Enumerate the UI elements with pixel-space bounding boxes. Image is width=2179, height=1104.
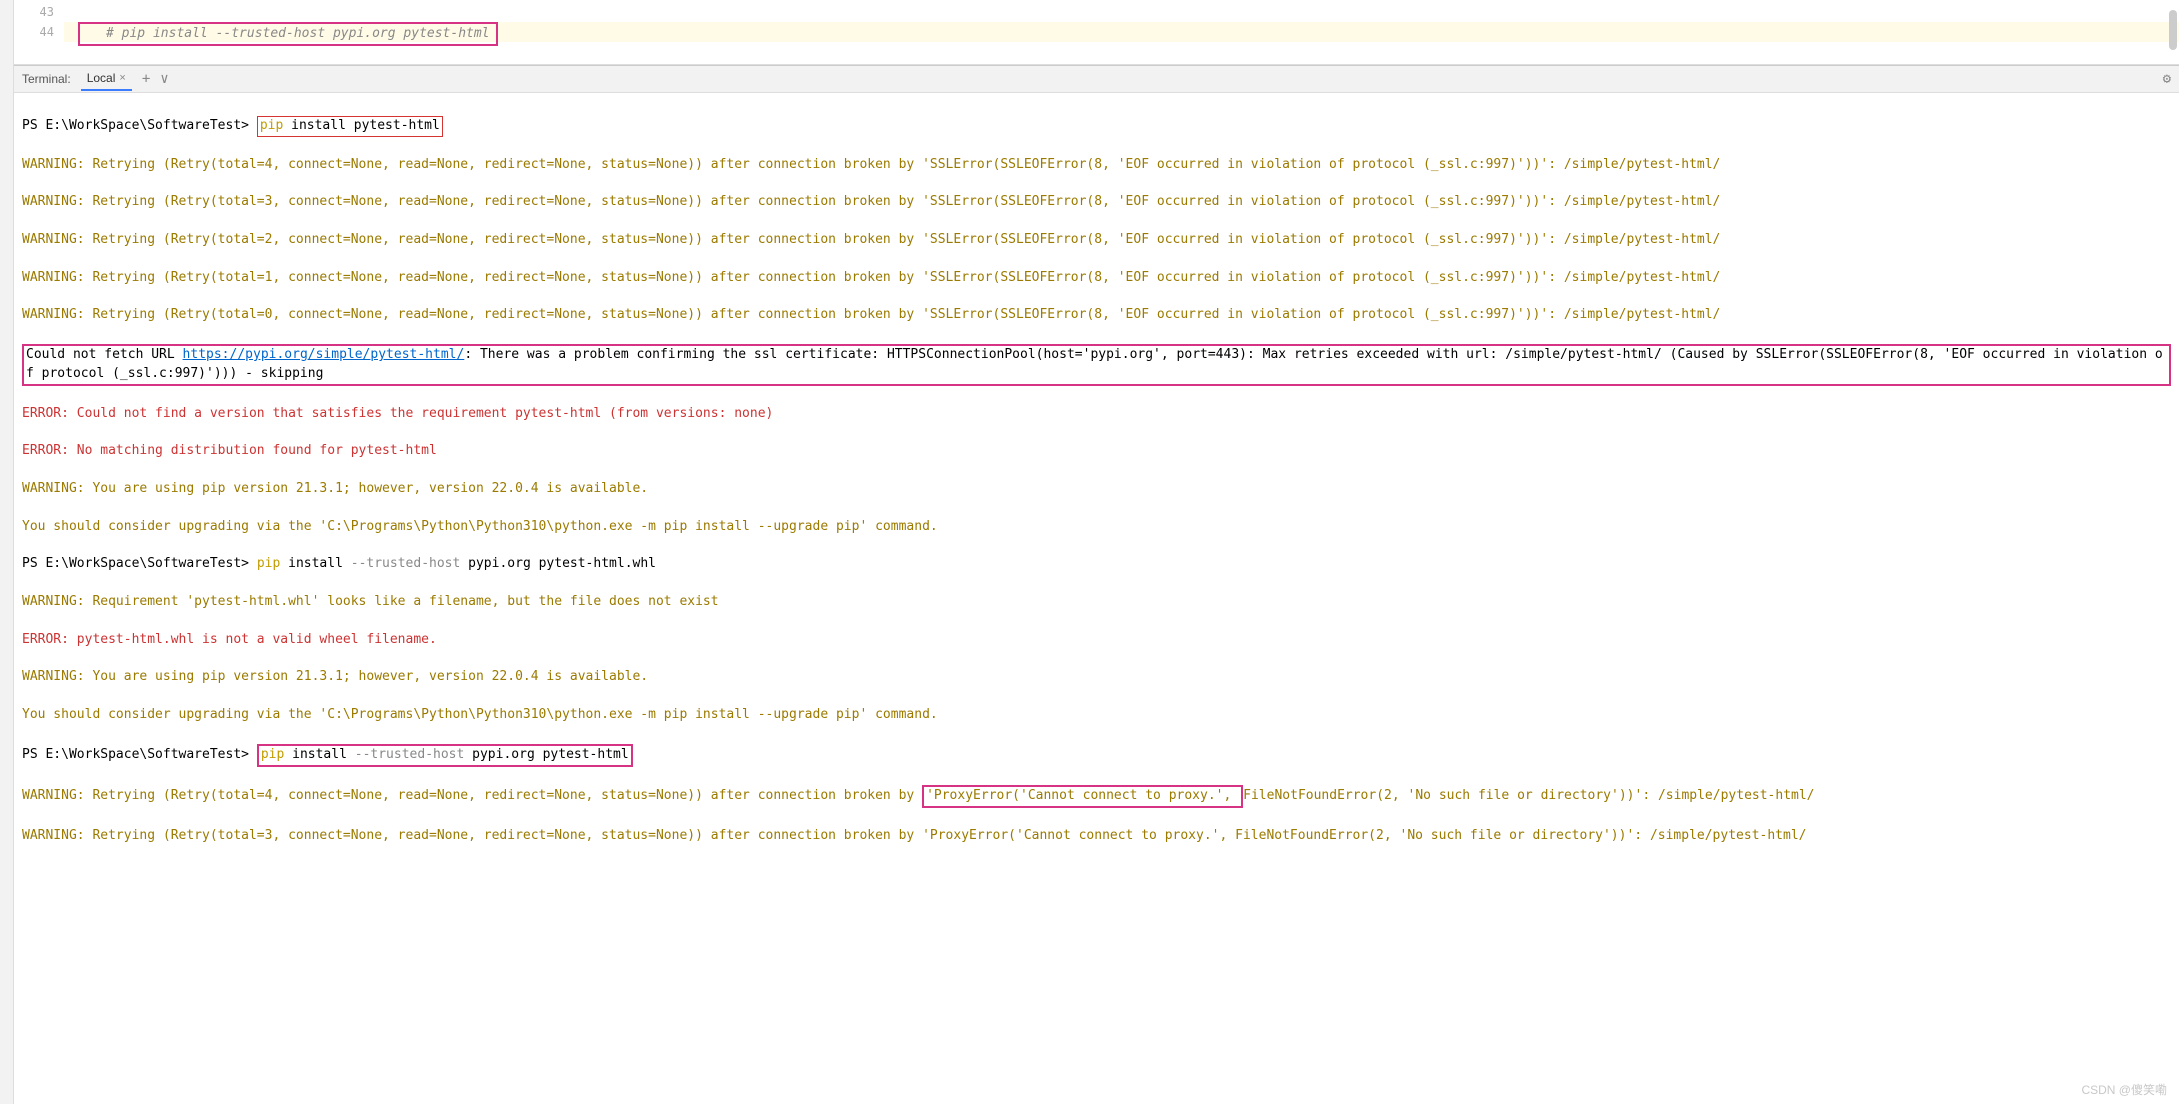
command-args: install xyxy=(280,556,350,571)
warning-line: WARNING: You are using pip version 21.3.… xyxy=(22,668,2171,687)
warning-line: WARNING: Retrying (Retry(total=1, connec… xyxy=(22,269,2171,288)
command-args: pypi.org pytest-html.whl xyxy=(460,556,656,571)
terminal-label: Terminal: xyxy=(22,72,71,86)
error-line: ERROR: Could not find a version that sat… xyxy=(22,405,2171,424)
pip-command: pip xyxy=(260,118,283,133)
warning-line: WARNING: Requirement 'pytest-html.whl' l… xyxy=(22,593,2171,612)
error-line: ERROR: No matching distribution found fo… xyxy=(22,442,2171,461)
left-sidebar-stub xyxy=(0,0,14,1104)
warning-line: WARNING: Retrying (Retry(total=4, connec… xyxy=(22,156,2171,175)
comment-text: # pip install --trusted-host pypi.org py… xyxy=(86,26,490,41)
highlight-magenta-box: 'ProxyError('Cannot connect to proxy.', xyxy=(922,785,1243,808)
pypi-url-link[interactable]: https://pypi.org/simple/pytest-html/ xyxy=(183,347,465,362)
highlight-magenta-box: pip install --trusted-host pypi.org pyte… xyxy=(257,744,633,767)
warning-line: WARNING: Retrying (Retry(total=3, connec… xyxy=(22,193,2171,212)
fetch-error-pre: Could not fetch URL xyxy=(26,347,183,362)
code-line-44: # pip install --trusted-host pypi.org py… xyxy=(64,22,2179,42)
warning-line: WARNING: Retrying (Retry(total=3, connec… xyxy=(22,827,2171,846)
terminal-header: Terminal: Local × + ∨ ⚙ xyxy=(14,65,2179,93)
gear-icon[interactable]: ⚙ xyxy=(2163,71,2171,87)
command-args: install xyxy=(284,747,354,762)
command-flag: --trusted-host xyxy=(355,747,465,762)
error-line: ERROR: pytest-html.whl is not a valid wh… xyxy=(22,631,2171,650)
warning-line: You should consider upgrading via the 'C… xyxy=(22,518,2171,537)
warning-line: WARNING: You are using pip version 21.3.… xyxy=(22,480,2171,499)
warning-line: WARNING: Retrying (Retry(total=4, connec… xyxy=(22,785,2171,808)
editor-area[interactable]: 43 44 # pip install --trusted-host pypi.… xyxy=(14,0,2179,65)
editor-gutter: 43 44 xyxy=(14,0,64,64)
line-number: 43 xyxy=(14,2,54,22)
code-lines[interactable]: # pip install --trusted-host pypi.org py… xyxy=(64,0,2179,64)
prompt: PS E:\WorkSpace\SoftwareTest> xyxy=(22,556,257,571)
warning-line: WARNING: Retrying (Retry(total=2, connec… xyxy=(22,231,2171,250)
command-flag: --trusted-host xyxy=(351,556,461,571)
terminal-tab-local[interactable]: Local × xyxy=(81,67,132,91)
warning-line: WARNING: Retrying (Retry(total=0, connec… xyxy=(22,306,2171,325)
terminal-tab-label: Local xyxy=(87,71,116,85)
warning-line: You should consider upgrading via the 'C… xyxy=(22,706,2171,725)
line-number: 44 xyxy=(14,22,54,42)
highlight-magenta-box: Could not fetch URL https://pypi.org/sim… xyxy=(22,344,2171,386)
prompt: PS E:\WorkSpace\SoftwareTest> xyxy=(22,747,257,762)
chevron-down-icon[interactable]: ∨ xyxy=(160,71,168,87)
editor-scrollbar[interactable] xyxy=(2169,10,2177,50)
command-args: pypi.org pytest-html xyxy=(464,747,628,762)
pip-command: pip xyxy=(261,747,284,762)
pip-command: pip xyxy=(257,556,280,571)
close-icon[interactable]: × xyxy=(119,72,125,84)
plus-icon[interactable]: + xyxy=(142,71,150,87)
command-args: install pytest-html xyxy=(283,118,440,133)
watermark: CSDN @傻笑嘞 xyxy=(2081,1081,2167,1098)
highlight-red-box: pip install pytest-html xyxy=(257,116,443,137)
prompt: PS E:\WorkSpace\SoftwareTest> xyxy=(22,118,257,133)
code-line-43 xyxy=(64,2,2179,22)
terminal-body[interactable]: PS E:\WorkSpace\SoftwareTest> pip instal… xyxy=(14,93,2179,885)
